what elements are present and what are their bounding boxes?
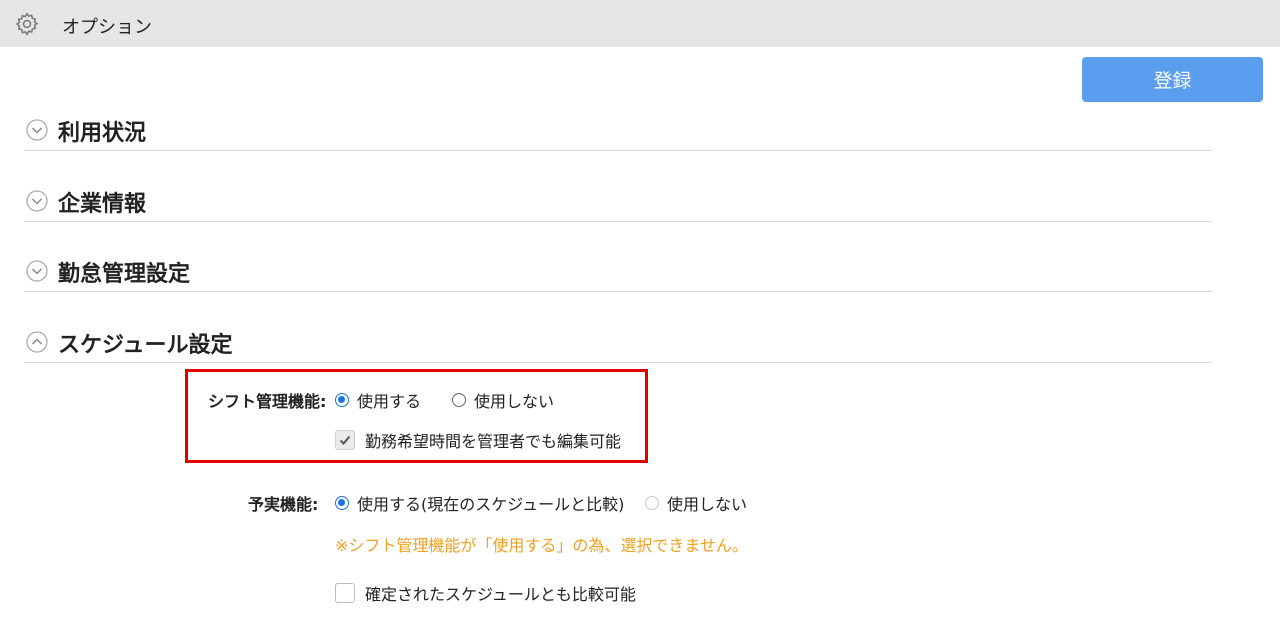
chevron-up-icon: [26, 331, 48, 353]
radio-disabled-icon: [645, 496, 659, 510]
shift-use-radio[interactable]: 使用する: [335, 388, 421, 412]
radio-label: 使用しない: [474, 392, 555, 411]
gear-icon: [15, 12, 39, 36]
checkbox-label: 勤務希望時間を管理者でも編集可能: [365, 432, 622, 451]
section-company-info[interactable]: 企業情報: [24, 181, 1212, 222]
checkbox-unchecked-icon: [335, 583, 355, 603]
radio-checked-icon: [335, 393, 349, 407]
radio-label: 使用しない: [667, 495, 748, 514]
radio-label: 使用する: [357, 392, 422, 411]
radio-label: 使用する(現在のスケジュールと比較): [357, 495, 625, 514]
checkbox-label: 確定されたスケジュールとも比較可能: [365, 585, 636, 604]
register-button[interactable]: 登録: [1082, 57, 1263, 102]
radio-unchecked-icon: [452, 393, 466, 407]
forecast-note: ※シフト管理機能が「使用する」の為、選択できません。: [335, 536, 748, 555]
manager-edit-checkbox[interactable]: 勤務希望時間を管理者でも編集可能: [335, 428, 621, 452]
section-title: 企業情報: [58, 192, 147, 217]
forecast-label: 予実機能:: [248, 495, 319, 514]
section-title: 利用状況: [58, 121, 147, 146]
chevron-down-icon: [26, 119, 48, 141]
section-attendance-settings[interactable]: 勤怠管理設定: [24, 251, 1212, 292]
forecast-use-radio[interactable]: 使用する(現在のスケジュールと比較): [335, 491, 624, 515]
radio-checked-icon: [335, 496, 349, 510]
section-title: スケジュール設定: [58, 333, 233, 358]
compare-confirmed-checkbox[interactable]: 確定されたスケジュールとも比較可能: [335, 581, 636, 605]
header-bar: オプション: [0, 0, 1280, 47]
chevron-down-icon: [26, 190, 48, 212]
forecast-not-use-radio[interactable]: 使用しない: [645, 491, 747, 515]
section-usage-status[interactable]: 利用状況: [24, 110, 1212, 151]
shift-not-use-radio[interactable]: 使用しない: [452, 388, 554, 412]
page-title: オプション: [62, 17, 152, 38]
checkmark-icon: [335, 430, 355, 450]
shift-management-label: シフト管理機能:: [208, 392, 327, 411]
chevron-down-icon: [26, 260, 48, 282]
section-title: 勤怠管理設定: [58, 262, 191, 287]
section-schedule-settings[interactable]: スケジュール設定: [24, 322, 1212, 363]
